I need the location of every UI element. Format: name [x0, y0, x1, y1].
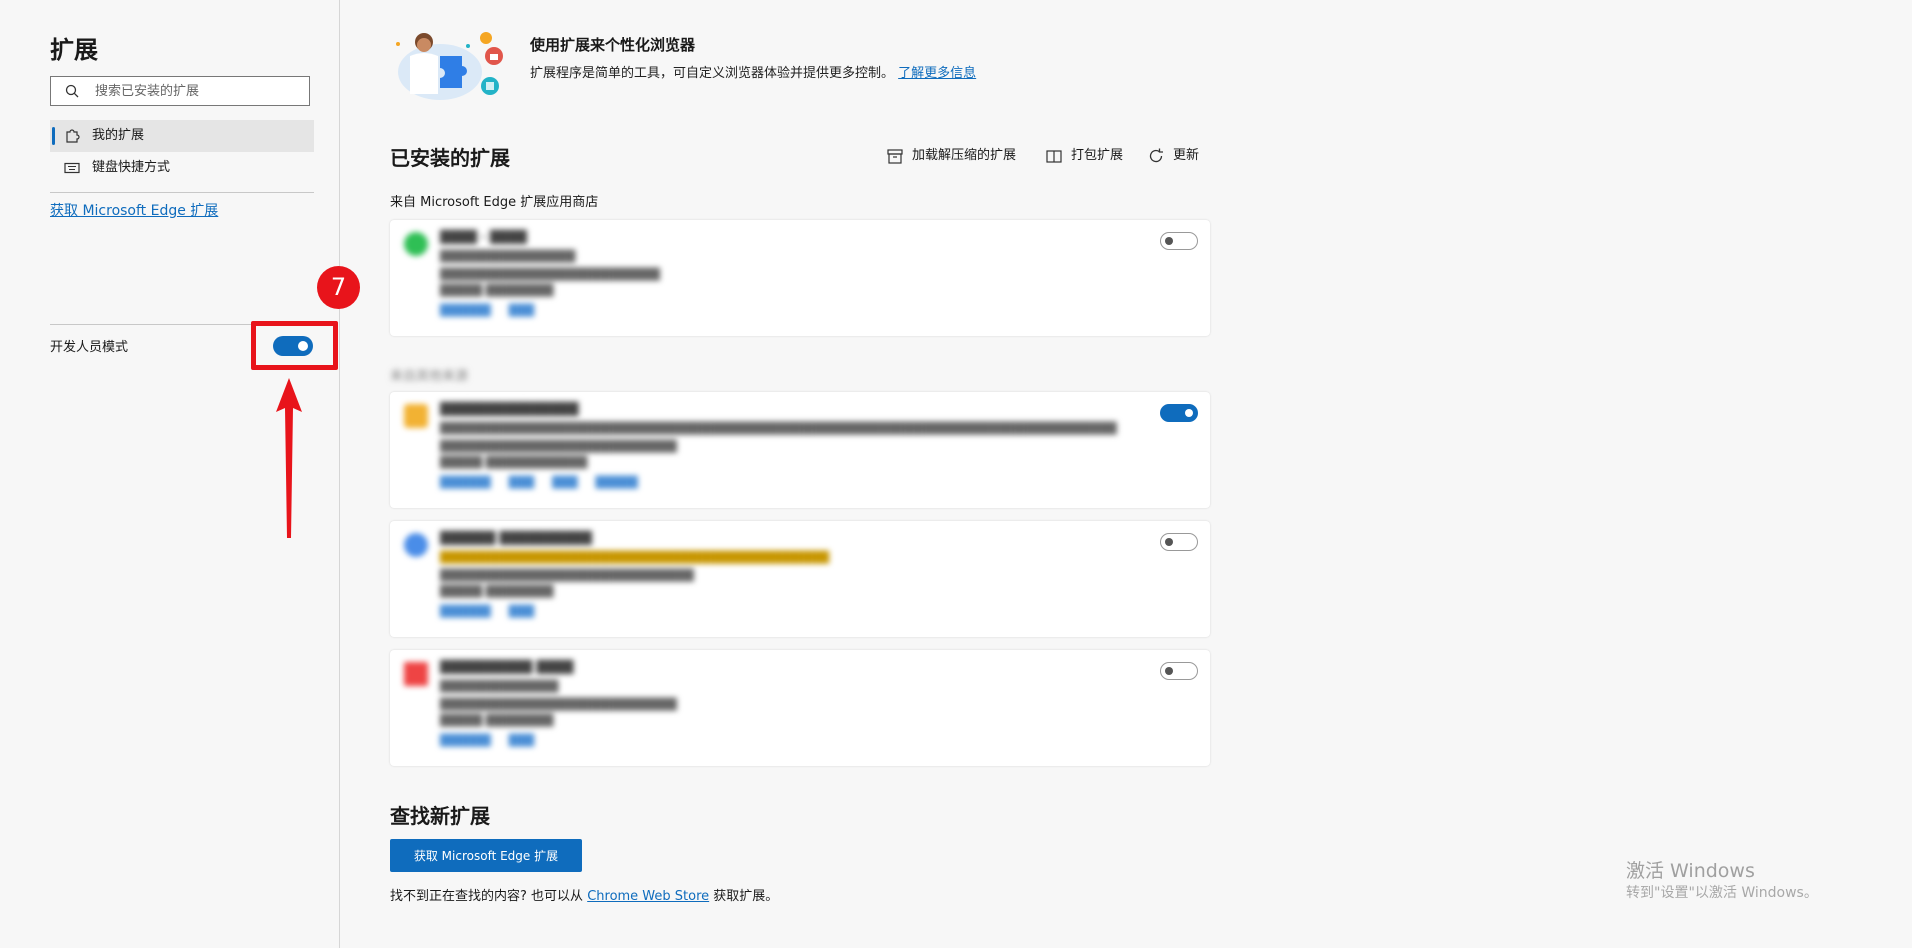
footer-prefix: 找不到正在查找的内容? 也可以从: [390, 889, 584, 904]
activation-watermark-subtitle: 转到"设置"以激活 Windows。: [1626, 885, 1818, 901]
extension-name: ███████████████: [440, 402, 579, 416]
search-icon: [65, 84, 79, 98]
footer-text: 找不到正在查找的内容? 也可以从 Chrome Web Store 获取扩展。: [390, 885, 778, 904]
extension-icon: [404, 232, 428, 256]
extension-desc: ████████████████████████████████████████…: [440, 422, 1117, 435]
get-edge-extensions-button[interactable]: 获取 Microsoft Edge 扩展: [390, 839, 582, 872]
archive-icon: [887, 149, 903, 164]
other-section-heading: 来自其他来源: [390, 369, 469, 384]
nav-item-label: 键盘快捷方式: [92, 160, 171, 175]
extension-toggle[interactable]: [1160, 662, 1198, 680]
extension-links: ██████ ███: [440, 304, 535, 317]
extension-card: ██████ ██████████ ██████████████████████…: [390, 521, 1210, 637]
extension-id: ██████████████████████████: [440, 268, 660, 281]
update-button[interactable]: 更新: [1147, 146, 1199, 166]
nav-item-my-extensions[interactable]: 我的扩展: [50, 120, 314, 152]
step-badge: 7: [317, 266, 360, 309]
activation-watermark-title: 激活 Windows: [1626, 860, 1755, 882]
nav-item-label: 我的扩展: [92, 128, 145, 143]
extension-source: █████ ████████: [440, 714, 554, 727]
extension-icon: [404, 533, 428, 557]
pack-extension-button[interactable]: 打包扩展: [1045, 146, 1123, 166]
extension-id: ██████████████████████████████: [440, 569, 694, 582]
load-unpacked-button[interactable]: 加载解压缩的扩展: [886, 146, 1016, 166]
extension-card: ██████████ ████ ██████████████ █████████…: [390, 650, 1210, 766]
load-unpacked-label: 加载解压缩的扩展: [912, 148, 1017, 163]
extension-name: ██████ ██████████: [440, 531, 592, 545]
extension-card: ████ · ████ ████████████████ ███████████…: [390, 220, 1210, 336]
red-arrow-icon: [276, 378, 302, 538]
extension-icon: [404, 404, 428, 428]
blurred-content: ███████████████ ████████████████████████…: [390, 392, 1210, 508]
extension-name: ██████████ ████: [440, 660, 574, 674]
learn-more-link[interactable]: 了解更多信息: [898, 66, 976, 81]
extension-toggle[interactable]: [1160, 533, 1198, 551]
extension-id: ████████████████████████████: [440, 440, 677, 453]
search-input[interactable]: [95, 81, 295, 101]
pack-extension-label: 打包扩展: [1071, 148, 1124, 163]
highlight-box: [251, 321, 338, 370]
extension-links: ██████ ███: [440, 605, 535, 618]
refresh-icon: [1149, 148, 1163, 163]
extensions-illustration-icon: [396, 32, 503, 100]
search-box[interactable]: [50, 76, 310, 106]
store-section-heading: 来自 Microsoft Edge 扩展应用商店: [390, 195, 599, 210]
divider: [50, 192, 314, 193]
installed-heading: 已安装的扩展: [390, 146, 510, 170]
get-edge-extensions-link[interactable]: 获取 Microsoft Edge 扩展: [50, 200, 218, 220]
extension-card: ███████████████ ████████████████████████…: [390, 392, 1210, 508]
page-title: 扩展: [50, 36, 98, 64]
extension-id: ████████████████████████████: [440, 698, 677, 711]
extension-desc: ████████████████: [440, 250, 576, 263]
find-heading: 查找新扩展: [390, 804, 490, 828]
extension-icon: [404, 662, 428, 686]
blurred-content: ██████ ██████████ ██████████████████████…: [390, 521, 1210, 637]
extension-warning: ████████████████████████████████████████…: [440, 551, 830, 564]
banner-description-text: 扩展程序是简单的工具，可自定义浏览器体验并提供更多控制。: [530, 66, 895, 81]
blurred-content: ██████████ ████ ██████████████ █████████…: [390, 650, 1210, 766]
extension-source: █████ ████████: [440, 585, 554, 598]
extension-name: ████ · ████: [440, 230, 527, 244]
blurred-content: ████ · ████ ████████████████ ███████████…: [390, 220, 1210, 336]
chrome-web-store-link[interactable]: Chrome Web Store: [587, 889, 709, 904]
nav-item-keyboard-shortcuts[interactable]: 键盘快捷方式: [50, 152, 314, 184]
package-icon: [1046, 150, 1062, 163]
extension-links: ██████ ███: [440, 734, 535, 747]
footer-suffix: 获取扩展。: [713, 889, 779, 904]
extension-toggle[interactable]: [1160, 404, 1198, 422]
developer-mode-label: 开发人员模式: [50, 340, 129, 355]
puzzle-icon: [66, 129, 80, 143]
banner-title: 使用扩展来个性化浏览器: [530, 36, 696, 54]
extension-desc: ██████████████: [440, 680, 559, 693]
extension-source: █████ ████████████: [440, 456, 588, 469]
extension-source: █████ ████████: [440, 284, 554, 297]
update-label: 更新: [1173, 148, 1200, 163]
keyboard-icon: [64, 162, 80, 174]
extension-links: ██████ ███ ███ █████: [440, 476, 638, 489]
extension-toggle[interactable]: [1160, 232, 1198, 250]
banner-description: 扩展程序是简单的工具，可自定义浏览器体验并提供更多控制。 了解更多信息: [530, 62, 976, 81]
